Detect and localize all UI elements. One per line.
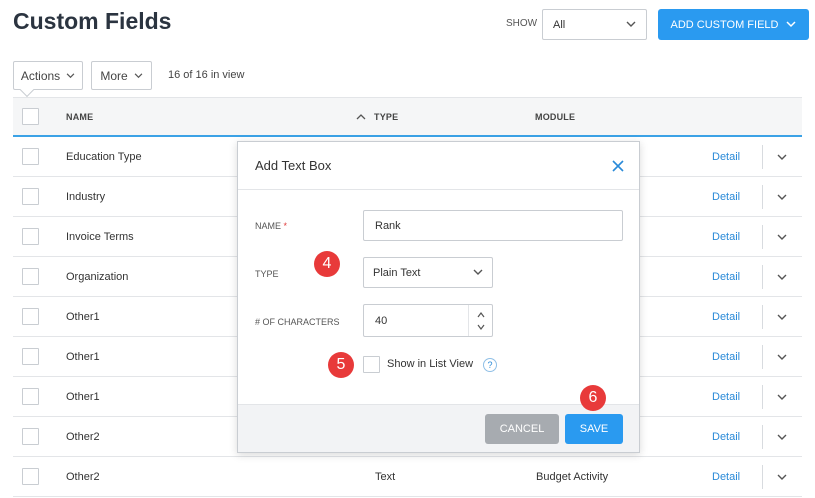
name-input-value: Rank [375, 219, 401, 232]
detail-link[interactable]: Detail [712, 231, 740, 243]
modal-header: Add Text Box [238, 142, 639, 190]
characters-value: 40 [375, 315, 388, 327]
column-header-type[interactable]: TYPE [374, 112, 398, 122]
add-custom-field-label: ADD CUSTOM FIELD [670, 18, 779, 31]
more-label: More [100, 68, 128, 83]
chevron-down-icon[interactable] [775, 270, 789, 284]
row-divider [762, 225, 763, 249]
characters-field-label: # OF CHARACTERS [255, 317, 340, 327]
add-custom-field-button[interactable]: ADD CUSTOM FIELD [658, 9, 809, 40]
add-text-box-modal: Add Text Box NAME * Rank TYPE Plain Text… [237, 141, 640, 453]
detail-link[interactable]: Detail [712, 431, 740, 443]
table-row: Other2 Text Budget Activity Detail [13, 457, 802, 497]
chevron-down-icon[interactable] [775, 430, 789, 444]
detail-link[interactable]: Detail [712, 151, 740, 163]
row-checkbox[interactable] [22, 348, 39, 365]
row-name: Organization [66, 271, 129, 283]
chevron-down-icon[interactable] [775, 350, 789, 364]
actions-button[interactable]: Actions [13, 61, 83, 90]
chevron-down-icon [473, 269, 483, 275]
show-filter-label: SHOW [506, 18, 538, 29]
step-marker-6: 6 [580, 385, 606, 411]
row-checkbox[interactable] [22, 388, 39, 405]
stepper-arrows [468, 305, 492, 336]
row-checkbox[interactable] [22, 468, 39, 485]
row-name: Education Type [66, 151, 142, 163]
detail-link[interactable]: Detail [712, 311, 740, 323]
row-module: Budget Activity [536, 471, 609, 483]
step-marker-4: 4 [314, 251, 340, 277]
row-divider [762, 345, 763, 369]
table-header: NAME TYPE MODULE [13, 97, 802, 137]
detail-link[interactable]: Detail [712, 271, 740, 283]
modal-title: Add Text Box [255, 158, 332, 173]
row-divider [762, 425, 763, 449]
close-icon[interactable] [611, 159, 625, 173]
chevron-down-icon [66, 72, 75, 78]
sort-asc-icon[interactable] [356, 113, 366, 120]
chevron-down-icon[interactable] [775, 470, 789, 484]
row-name: Other1 [66, 391, 100, 403]
row-checkbox[interactable] [22, 228, 39, 245]
row-checkbox[interactable] [22, 428, 39, 445]
chevron-down-icon[interactable] [775, 310, 789, 324]
name-field-label: NAME * [255, 221, 288, 231]
row-name: Other2 [66, 471, 100, 483]
row-checkbox[interactable] [22, 268, 39, 285]
chevron-down-icon [134, 72, 143, 78]
row-type: Text [375, 471, 396, 483]
actions-label: Actions [20, 68, 61, 83]
row-name: Other1 [66, 311, 100, 323]
row-name: Other1 [66, 351, 100, 363]
row-name: Invoice Terms [66, 231, 134, 243]
modal-footer: CANCEL SAVE [238, 404, 639, 452]
in-view-count: 16 of 16 in view [168, 69, 245, 81]
chevron-down-icon [786, 21, 797, 28]
name-input[interactable]: Rank [363, 210, 623, 241]
detail-link[interactable]: Detail [712, 351, 740, 363]
more-button[interactable]: More [91, 61, 152, 90]
show-in-list-view-checkbox[interactable] [363, 356, 380, 373]
characters-stepper[interactable]: 40 [363, 304, 493, 337]
show-filter-select[interactable]: All [542, 9, 647, 40]
row-name: Other2 [66, 431, 100, 443]
chevron-down-icon[interactable] [775, 190, 789, 204]
row-checkbox[interactable] [22, 148, 39, 165]
chevron-down-icon[interactable] [775, 150, 789, 164]
cancel-button[interactable]: CANCEL [485, 414, 559, 444]
chevron-down-icon[interactable] [775, 230, 789, 244]
chevron-down-icon[interactable] [775, 390, 789, 404]
save-button[interactable]: SAVE [565, 414, 623, 444]
column-header-name[interactable]: NAME [66, 112, 93, 122]
row-checkbox[interactable] [22, 308, 39, 325]
show-filter-value: All [553, 18, 566, 31]
type-select-value: Plain Text [373, 266, 421, 279]
detail-link[interactable]: Detail [712, 191, 740, 203]
show-in-list-view-label: Show in List View [387, 358, 474, 370]
help-icon[interactable]: ? [483, 358, 497, 372]
type-field-label: TYPE [255, 269, 279, 279]
detail-link[interactable]: Detail [712, 391, 740, 403]
row-divider [762, 465, 763, 489]
row-divider [762, 265, 763, 289]
row-name: Industry [66, 191, 106, 203]
row-divider [762, 385, 763, 409]
column-header-module[interactable]: MODULE [535, 112, 575, 122]
row-divider [762, 305, 763, 329]
detail-link[interactable]: Detail [712, 471, 740, 483]
step-marker-5: 5 [328, 352, 354, 378]
row-checkbox[interactable] [22, 188, 39, 205]
select-all-checkbox[interactable] [22, 108, 39, 125]
page-title: Custom Fields [13, 8, 172, 34]
row-divider [762, 185, 763, 209]
type-select[interactable]: Plain Text [363, 257, 493, 288]
decrement-icon[interactable] [477, 323, 485, 331]
row-divider [762, 145, 763, 169]
increment-icon[interactable] [477, 311, 485, 319]
chevron-down-icon [626, 21, 636, 27]
